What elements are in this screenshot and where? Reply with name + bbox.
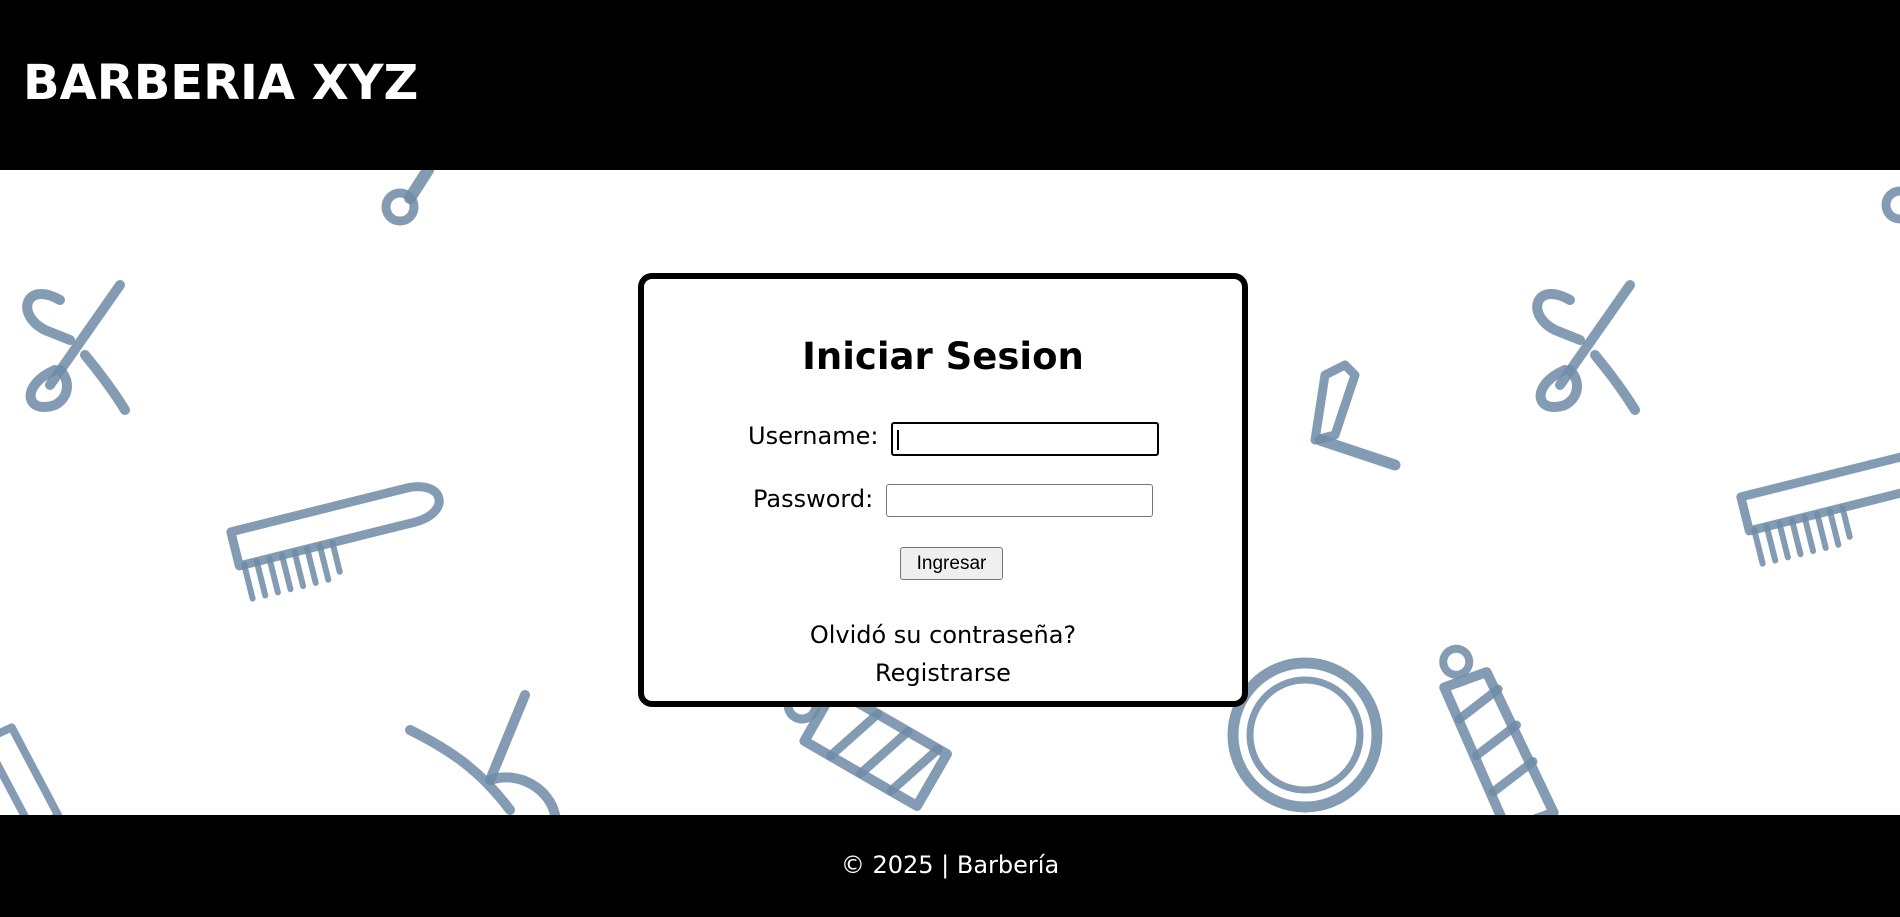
site-header: BARBERIA XYZ (0, 0, 1900, 170)
username-input[interactable] (891, 422, 1159, 456)
password-input[interactable] (886, 484, 1153, 517)
login-card: Iniciar Sesion Username: Password: Ingre… (638, 273, 1248, 707)
text-caret (897, 430, 899, 450)
scissors-icon (22, 280, 130, 415)
scissors-icon (405, 690, 560, 815)
footer-copyright: © 2025 | Barbería (840, 851, 1060, 879)
brand-logo-text: BARBERIA XYZ (23, 55, 419, 111)
site-footer: © 2025 | Barbería (0, 815, 1900, 917)
password-label: Password: (753, 485, 874, 513)
scissors-icon (1532, 280, 1640, 415)
mirror-icon (1227, 657, 1383, 813)
main-area: .ic { fill: none; stroke: #6f8ba6; strok… (0, 170, 1900, 815)
comb-icon (1736, 447, 1900, 567)
key-icon (381, 170, 434, 226)
comb-icon (226, 482, 444, 602)
forgot-password-link[interactable]: Olvidó su contraseña? (644, 619, 1242, 651)
username-label: Username: (748, 422, 879, 450)
login-title: Iniciar Sesion (802, 335, 1084, 378)
register-link[interactable]: Registrarse (644, 657, 1242, 689)
login-submit-button[interactable]: Ingresar (900, 547, 1003, 580)
razor-icon (1310, 360, 1401, 471)
key-icon (1881, 186, 1900, 224)
barber-pole-icon (0, 723, 63, 815)
barber-pole-icon (1439, 644, 1559, 815)
